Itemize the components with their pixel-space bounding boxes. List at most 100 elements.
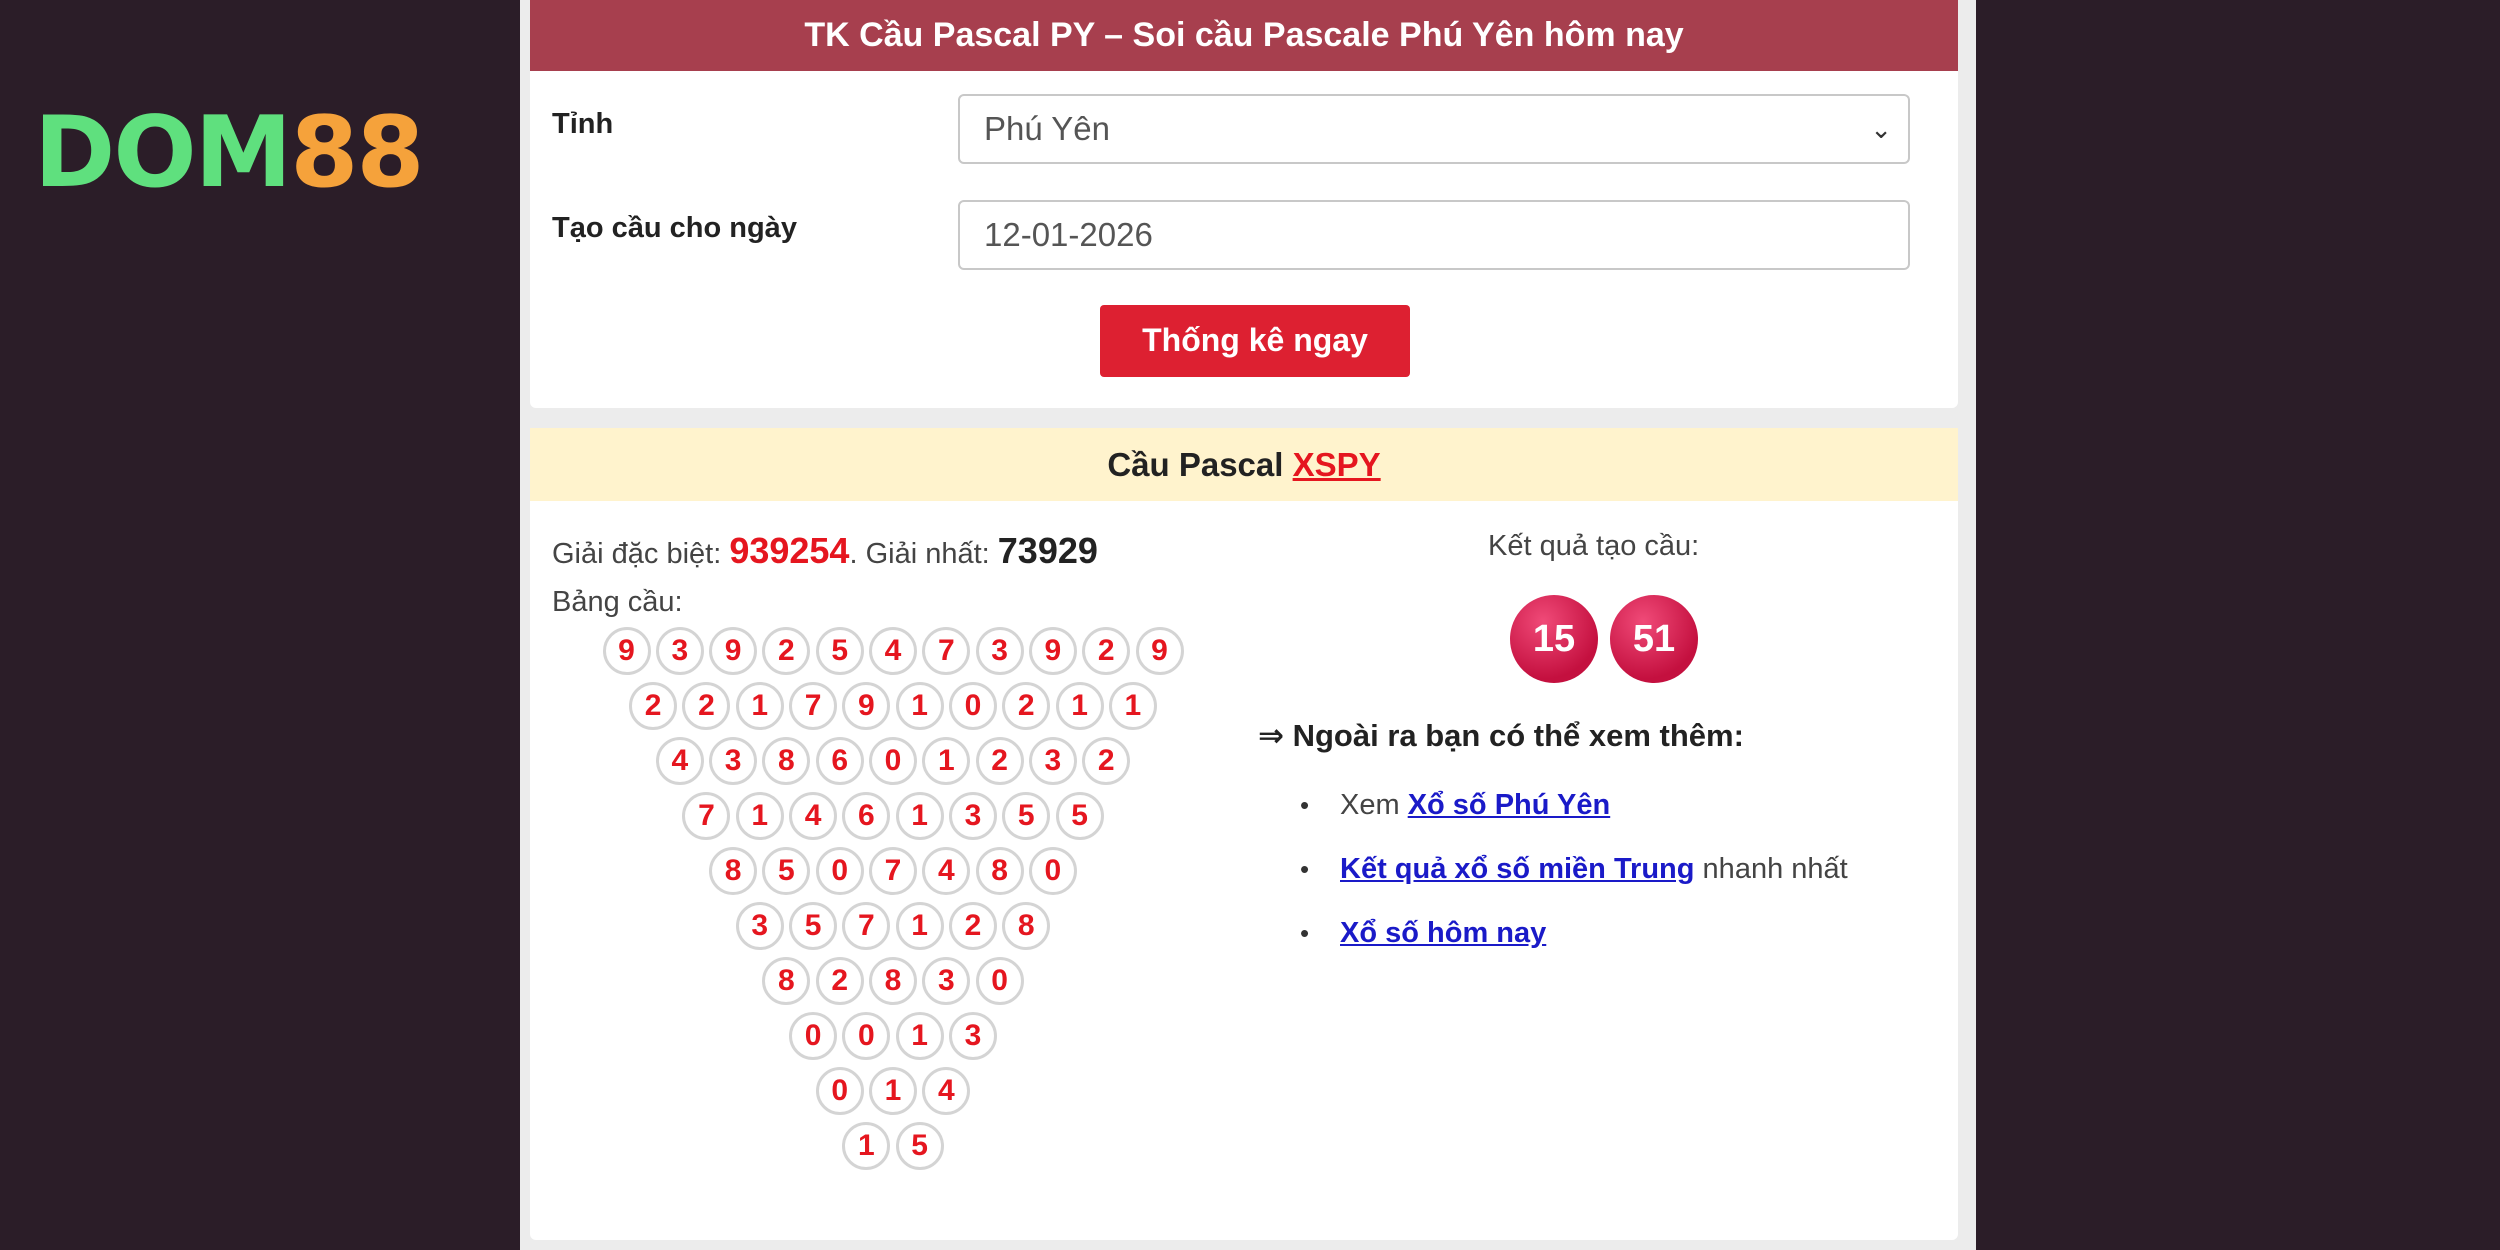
special-prize-label: Giải đặc biệt:	[552, 538, 730, 570]
chevron-down-icon: ⌄	[1870, 114, 1892, 144]
pascal-digit: 3	[922, 957, 971, 1005]
pascal-form: TK Cầu Pascal PY – Soi cầu Pascale Phú Y…	[530, 0, 1958, 408]
pascal-digit: 0	[869, 737, 917, 785]
pascal-digit: 0	[815, 847, 864, 895]
result-label: Kết quả tạo cầu:	[1488, 530, 1700, 562]
first-prize-value: 73929	[997, 530, 1098, 571]
logo-text-dom: DOM	[34, 96, 292, 210]
pascal-digit: 4	[922, 847, 971, 895]
special-prize-value: 939254	[729, 530, 850, 571]
pascal-digit: 3	[1028, 737, 1077, 785]
prize-separator: .	[849, 538, 866, 570]
pascal-digit: 6	[842, 792, 891, 840]
pascal-digit: 9	[1135, 627, 1184, 675]
dom88-logo[interactable]: DOM88	[34, 104, 425, 202]
date-value: 12-01-2026	[984, 216, 1153, 253]
pascal-digit: 0	[975, 957, 1024, 1005]
result-ball: 51	[1610, 595, 1698, 683]
pascal-digit: 2	[975, 737, 1024, 785]
bullet-icon: •	[1300, 790, 1310, 820]
pascal-digit: 2	[1002, 682, 1051, 730]
pascal-digit: 2	[682, 682, 731, 730]
pascal-digit: 0	[1028, 847, 1077, 895]
xspy-link[interactable]: XSPY	[1293, 446, 1381, 483]
pascal-digit: 7	[842, 902, 891, 950]
pascal-digit: 8	[762, 737, 811, 785]
pascal-digit: 1	[895, 1012, 944, 1060]
pascal-digit: 9	[1028, 627, 1077, 675]
bullet-icon: •	[1300, 918, 1310, 948]
pascal-digit: 2	[1082, 737, 1131, 785]
logo-text-88: 88	[290, 96, 424, 210]
pascal-digit: 7	[789, 682, 838, 730]
pascal-digit: 2	[1082, 627, 1131, 675]
pascal-digit: 8	[762, 957, 811, 1005]
province-label: Tỉnh	[552, 108, 614, 140]
submit-button[interactable]: Thống kê ngay	[1100, 305, 1410, 377]
table-label: Bảng cầu:	[552, 586, 683, 618]
pascal-digit: 2	[629, 682, 678, 730]
list-item: • Xem Xổ số Phú Yên	[1300, 773, 1848, 837]
form-title: TK Cầu Pascal PY – Soi cầu Pascale Phú Y…	[530, 0, 1958, 71]
pascal-digit: 1	[735, 792, 784, 840]
pascal-digit: 7	[869, 847, 917, 895]
pascal-digit: 8	[975, 847, 1024, 895]
pascal-digit: 2	[815, 957, 864, 1005]
pascal-digit: 0	[789, 1012, 838, 1060]
pascal-digit: 1	[735, 682, 784, 730]
list-item: • Xổ số hôm nay	[1300, 901, 1848, 965]
pascal-digit: 5	[1055, 792, 1104, 840]
pascal-digit: 5	[815, 627, 864, 675]
pascal-digit: 3	[655, 627, 704, 675]
pascal-digit: 4	[869, 627, 917, 675]
pascal-digit: 1	[869, 1067, 917, 1115]
pascal-digit: 0	[948, 682, 997, 730]
pascal-digit: 8	[869, 957, 917, 1005]
pascal-digit: 1	[842, 1122, 891, 1170]
main-content: TK Cầu Pascal PY – Soi cầu Pascale Phú Y…	[520, 0, 1976, 1250]
pascal-digit: 3	[948, 1012, 997, 1060]
pascal-digit: 3	[709, 737, 758, 785]
pascal-digit: 5	[762, 847, 811, 895]
province-value: Phú Yên	[984, 110, 1111, 147]
first-prize-label: Giải nhất:	[865, 538, 998, 570]
xo-so-phu-yen-link[interactable]: Xổ số Phú Yên	[1408, 789, 1611, 821]
pascal-digit: 4	[789, 792, 838, 840]
pascal-digit: 7	[682, 792, 731, 840]
pascal-result: Cầu Pascal XSPY Giải đặc biệt: 939254. G…	[530, 428, 1958, 1240]
xo-so-hom-nay-link[interactable]: Xổ số hôm nay	[1340, 917, 1546, 949]
bullet-icon: •	[1300, 854, 1310, 884]
pascal-digit: 5	[1002, 792, 1051, 840]
pascal-digit: 5	[895, 1122, 944, 1170]
kq-mien-trung-link[interactable]: Kết quả xổ số miền Trung	[1340, 853, 1695, 885]
result-header: Cầu Pascal XSPY	[530, 428, 1958, 501]
date-input[interactable]: 12-01-2026	[958, 200, 1910, 270]
pascal-digit: 4	[655, 737, 704, 785]
pascal-digit: 7	[922, 627, 971, 675]
result-header-text: Cầu Pascal	[1107, 446, 1293, 483]
province-select[interactable]: Phú Yên ⌄	[958, 94, 1910, 164]
pascal-digit: 4	[922, 1067, 971, 1115]
pascal-digit: 9	[842, 682, 891, 730]
date-label: Tạo cầu cho ngày	[552, 212, 797, 244]
pascal-digit: 1	[895, 792, 944, 840]
list-item: • Kết quả xổ số miền Trung nhanh nhất	[1300, 837, 1848, 901]
pascal-digit: 1	[922, 737, 971, 785]
pascal-digit: 1	[1055, 682, 1104, 730]
pascal-digit: 1	[1108, 682, 1157, 730]
prize-line: Giải đặc biệt: 939254. Giải nhất: 73929	[552, 530, 1098, 572]
pascal-digit: 9	[709, 627, 758, 675]
pascal-digit: 9	[602, 627, 651, 675]
pascal-digit: 0	[815, 1067, 864, 1115]
more-title: ⇒ Ngoài ra bạn có thể xem thêm:	[1258, 718, 1744, 753]
pascal-digit: 3	[735, 902, 784, 950]
more-links: • Xem Xổ số Phú Yên • Kết quả xổ số miền T…	[1300, 773, 1848, 965]
pascal-digit: 3	[975, 627, 1024, 675]
pascal-digit: 6	[815, 737, 864, 785]
pascal-digit: 2	[948, 902, 997, 950]
pascal-digit: 8	[1002, 902, 1051, 950]
item-suffix: nhanh nhất	[1694, 853, 1848, 885]
pascal-digit: 1	[895, 682, 944, 730]
pascal-digit: 2	[762, 627, 811, 675]
pascal-digit: 1	[895, 902, 944, 950]
